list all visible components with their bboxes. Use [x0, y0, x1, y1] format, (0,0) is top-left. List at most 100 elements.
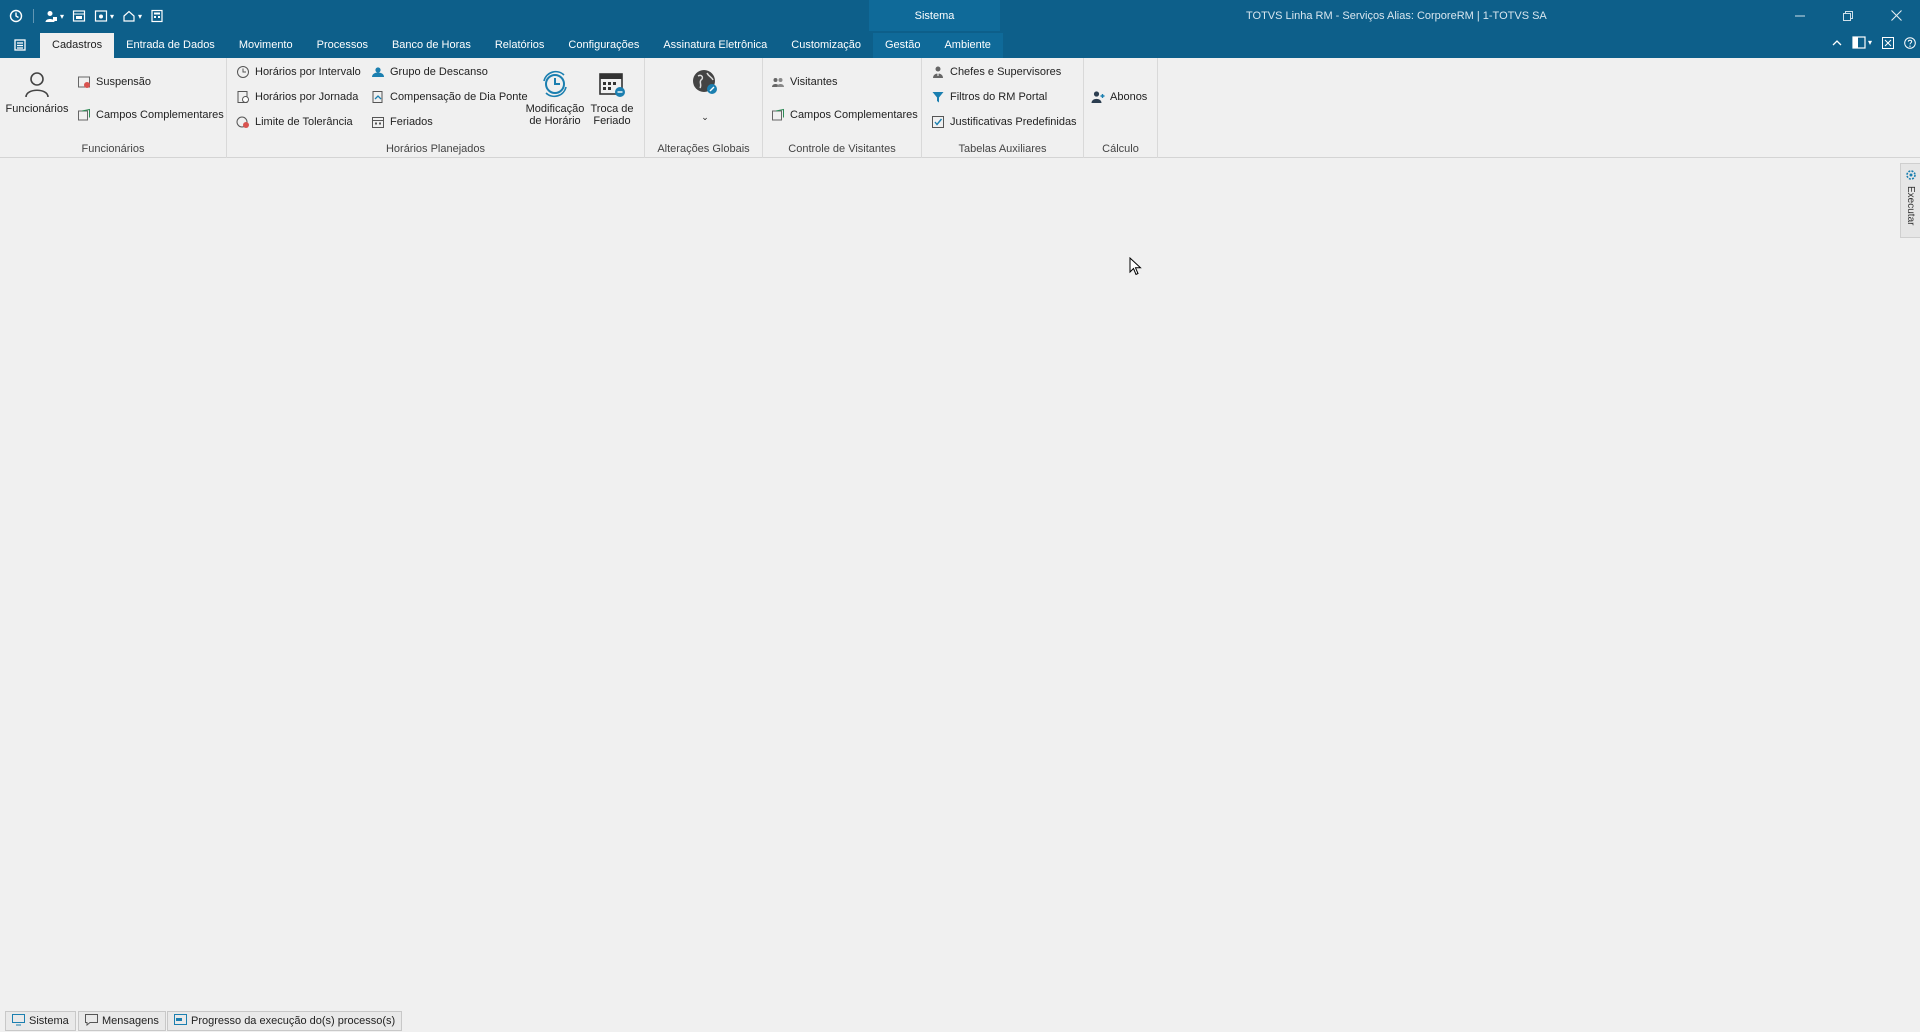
- campos-complementares-button[interactable]: Campos Complementares: [77, 106, 224, 124]
- modificacao-label-line1: Modificação: [525, 103, 585, 115]
- supervisor-icon: [931, 65, 945, 79]
- chefes-supervisores-label: Chefes e Supervisores: [950, 66, 1062, 78]
- chevron-down-icon[interactable]: ⌄: [701, 111, 709, 123]
- window-controls: [1776, 0, 1920, 31]
- context-tab-header: Sistema: [869, 0, 1000, 31]
- group-label: Funcionários: [81, 143, 145, 155]
- tab-banco-de-horas[interactable]: Banco de Horas: [380, 33, 483, 58]
- minimize-icon[interactable]: [1776, 0, 1824, 31]
- status-sistema-button[interactable]: Sistema: [5, 1011, 76, 1031]
- calendar-swap-icon: [596, 68, 628, 100]
- title-bar: ▾ ▾ ▾ Sistema TOTVS Linha RM - Serviços …: [0, 0, 1920, 31]
- rest-group-icon: [371, 65, 385, 79]
- chefes-supervisores-button[interactable]: Chefes e Supervisores: [931, 63, 1061, 81]
- executar-label: Executar: [1905, 186, 1916, 226]
- collapse-ribbon-icon[interactable]: [1832, 38, 1842, 48]
- horarios-por-intervalo-button[interactable]: Horários por Intervalo: [236, 63, 361, 81]
- tab-entrada-de-dados[interactable]: Entrada de Dados: [114, 33, 227, 58]
- clock-icon: [236, 65, 250, 79]
- troca-label-line2: Feriado: [593, 115, 631, 127]
- filter-icon: [931, 90, 945, 104]
- complementary-fields-icon: [77, 108, 91, 122]
- funcionarios-button[interactable]: Funcionários: [6, 68, 69, 115]
- compensacao-dia-ponte-button[interactable]: Compensação de Dia Ponte: [371, 88, 528, 106]
- progress-icon: [174, 1013, 187, 1029]
- tab-gestao[interactable]: Gestão: [872, 33, 933, 58]
- horarios-por-intervalo-label: Horários por Intervalo: [255, 66, 361, 78]
- feriados-label: Feriados: [390, 116, 433, 128]
- limite-de-tolerancia-label: Limite de Tolerância: [255, 116, 353, 128]
- visitantes-button[interactable]: Visitantes: [771, 73, 838, 91]
- group-label: Cálculo: [1102, 143, 1139, 155]
- justificativas-predefinidas-label: Justificativas Predefinidas: [950, 116, 1077, 128]
- tab-ambiente[interactable]: Ambiente: [932, 33, 1003, 58]
- window-dropdown-icon[interactable]: ▾: [91, 6, 117, 26]
- visitors-icon: [771, 75, 785, 89]
- group-label: Alterações Globais: [657, 143, 750, 155]
- layout-dropdown-icon[interactable]: ▾: [1852, 36, 1872, 49]
- alteracoes-globais-button[interactable]: ⌄: [687, 66, 723, 123]
- calculator-icon[interactable]: [147, 6, 167, 26]
- group-horarios-planejados: Horários por Intervalo Horários por Jorn…: [227, 58, 645, 158]
- suspensao-button[interactable]: Suspensão: [77, 73, 151, 91]
- status-progresso-label: Progresso da execução do(s) processo(s): [191, 1015, 396, 1027]
- filtros-rm-portal-label: Filtros do RM Portal: [950, 91, 1048, 103]
- visitantes-label: Visitantes: [790, 76, 838, 88]
- campos-complementares-label: Campos Complementares: [96, 109, 224, 121]
- help-icon[interactable]: [1904, 36, 1916, 49]
- home-dropdown-icon[interactable]: ▾: [119, 6, 145, 26]
- tab-customizacao[interactable]: Customização: [779, 33, 873, 58]
- justification-icon: [931, 115, 945, 129]
- ribbon-options: ▾: [1832, 36, 1916, 49]
- modificacao-label-line2: de Horário: [529, 115, 581, 127]
- group-funcionarios: Funcionários Suspensão Campos Complement…: [0, 58, 227, 158]
- status-mensagens-label: Mensagens: [102, 1015, 159, 1027]
- abonos-button[interactable]: Abonos: [1091, 88, 1147, 106]
- horarios-por-jornada-button[interactable]: Horários por Jornada: [236, 88, 358, 106]
- person-icon: [21, 68, 53, 100]
- group-controle-de-visitantes: Visitantes Campos Complementares Control…: [763, 58, 922, 158]
- message-icon: [85, 1013, 98, 1029]
- tab-configuracoes[interactable]: Configurações: [556, 33, 651, 58]
- app-power-icon[interactable]: [6, 6, 26, 26]
- status-progresso-button[interactable]: Progresso da execução do(s) processo(s): [167, 1011, 403, 1031]
- monitor-icon: [12, 1013, 25, 1029]
- restore-icon[interactable]: [1824, 0, 1872, 31]
- group-label: Tabelas Auxiliares: [958, 143, 1047, 155]
- window-title: TOTVS Linha RM - Serviços Alias: Corpore…: [1246, 10, 1547, 22]
- tab-cadastros[interactable]: Cadastros: [40, 33, 115, 58]
- feriados-button[interactable]: Feriados: [371, 113, 433, 131]
- schedule-doc-icon: [236, 90, 250, 104]
- visitantes-campos-complementares-label: Campos Complementares: [790, 109, 918, 121]
- visitantes-campos-complementares-button[interactable]: Campos Complementares: [771, 106, 918, 124]
- app-menu-icon[interactable]: [8, 35, 32, 55]
- view-icon[interactable]: [69, 6, 89, 26]
- horarios-por-jornada-label: Horários por Jornada: [255, 91, 359, 103]
- group-label: Controle de Visitantes: [788, 143, 896, 155]
- status-sistema-label: Sistema: [29, 1015, 69, 1027]
- executar-side-panel[interactable]: Executar: [1900, 163, 1920, 238]
- justificativas-predefinidas-button[interactable]: Justificativas Predefinidas: [931, 113, 1077, 131]
- grupo-de-descanso-button[interactable]: Grupo de Descanso: [371, 63, 488, 81]
- suspension-icon: [77, 75, 91, 89]
- close-documents-icon[interactable]: [1882, 36, 1894, 49]
- group-calculo: Abonos Cálculo: [1084, 58, 1158, 158]
- modificacao-de-horario-button[interactable]: Modificação de Horário: [525, 68, 585, 127]
- tab-processos[interactable]: Processos: [305, 33, 380, 58]
- tab-movimento[interactable]: Movimento: [227, 33, 305, 58]
- qat-separator: [33, 9, 34, 23]
- close-icon[interactable]: [1872, 0, 1920, 31]
- complementary-fields-icon: [771, 108, 785, 122]
- troca-de-feriado-button[interactable]: Troca de Feriado: [587, 68, 637, 127]
- clock-refresh-icon: [539, 68, 571, 100]
- status-mensagens-button[interactable]: Mensagens: [78, 1011, 166, 1031]
- ribbon-tabs: Cadastros Entrada de Dados Movimento Pro…: [40, 33, 1003, 58]
- tab-relatorios[interactable]: Relatórios: [483, 33, 557, 58]
- filtros-rm-portal-button[interactable]: Filtros do RM Portal: [931, 88, 1047, 106]
- limite-de-tolerancia-button[interactable]: Limite de Tolerância: [236, 113, 353, 131]
- user-dropdown-icon[interactable]: ▾: [41, 6, 67, 26]
- quick-access-toolbar: ▾ ▾ ▾: [6, 6, 167, 26]
- ribbon: Funcionários Suspensão Campos Complement…: [0, 58, 1920, 158]
- gear-icon: [1905, 169, 1917, 184]
- tab-assinatura-eletronica[interactable]: Assinatura Eletrônica: [651, 33, 779, 58]
